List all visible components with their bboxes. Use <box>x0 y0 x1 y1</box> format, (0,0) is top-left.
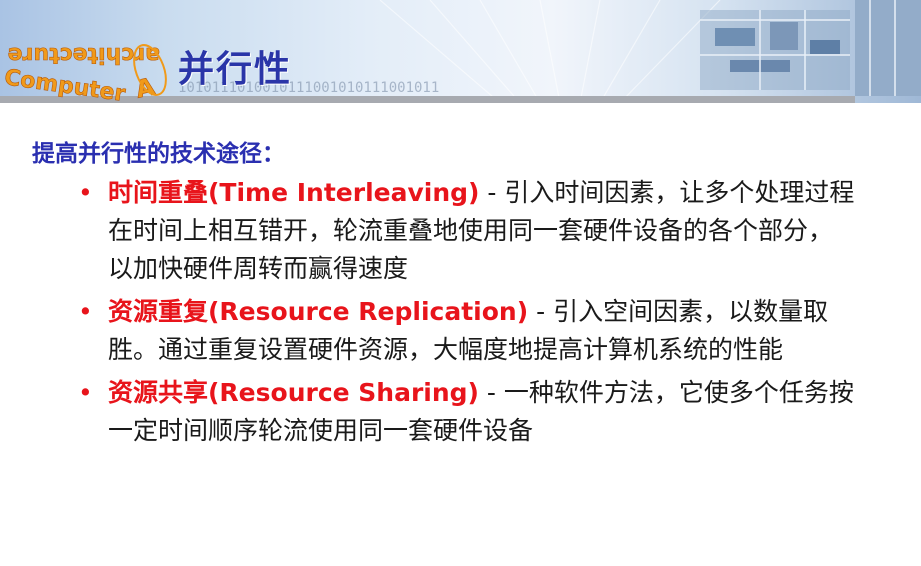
technique-list: • 时间重叠(Time Interleaving) - 引入时间因素，让多个处理过… <box>76 174 856 455</box>
slide-title: 并行性 <box>178 49 293 90</box>
technique-term: 资源重复(Resource Replication) <box>108 297 529 326</box>
slide: 1010111010010111001010111001011 architec… <box>0 0 921 566</box>
technique-term: 资源共享(Resource Sharing) <box>108 378 479 407</box>
list-item: • 资源共享(Resource Sharing) - 一种软件方法，它使多个任务按… <box>76 374 856 450</box>
list-item: • 时间重叠(Time Interleaving) - 引入时间因素，让多个处理过… <box>76 174 856 288</box>
bullet-dot-icon: • <box>78 178 93 207</box>
bullet-dot-icon: • <box>78 297 93 326</box>
section-subheading: 提高并行性的技术途径： <box>32 141 285 167</box>
logo-text-top: architecture <box>8 42 160 67</box>
computer-architecture-logo: architecture Computer A <box>2 42 167 103</box>
bullet-dot-icon: • <box>78 378 93 407</box>
logo-text-bottom: Computer <box>3 65 127 103</box>
technique-term: 时间重叠(Time Interleaving) <box>108 178 480 207</box>
list-item: • 资源重复(Resource Replication) - 引入空间因素，以数量… <box>76 293 856 369</box>
header-banner: 1010111010010111001010111001011 architec… <box>0 0 921 103</box>
